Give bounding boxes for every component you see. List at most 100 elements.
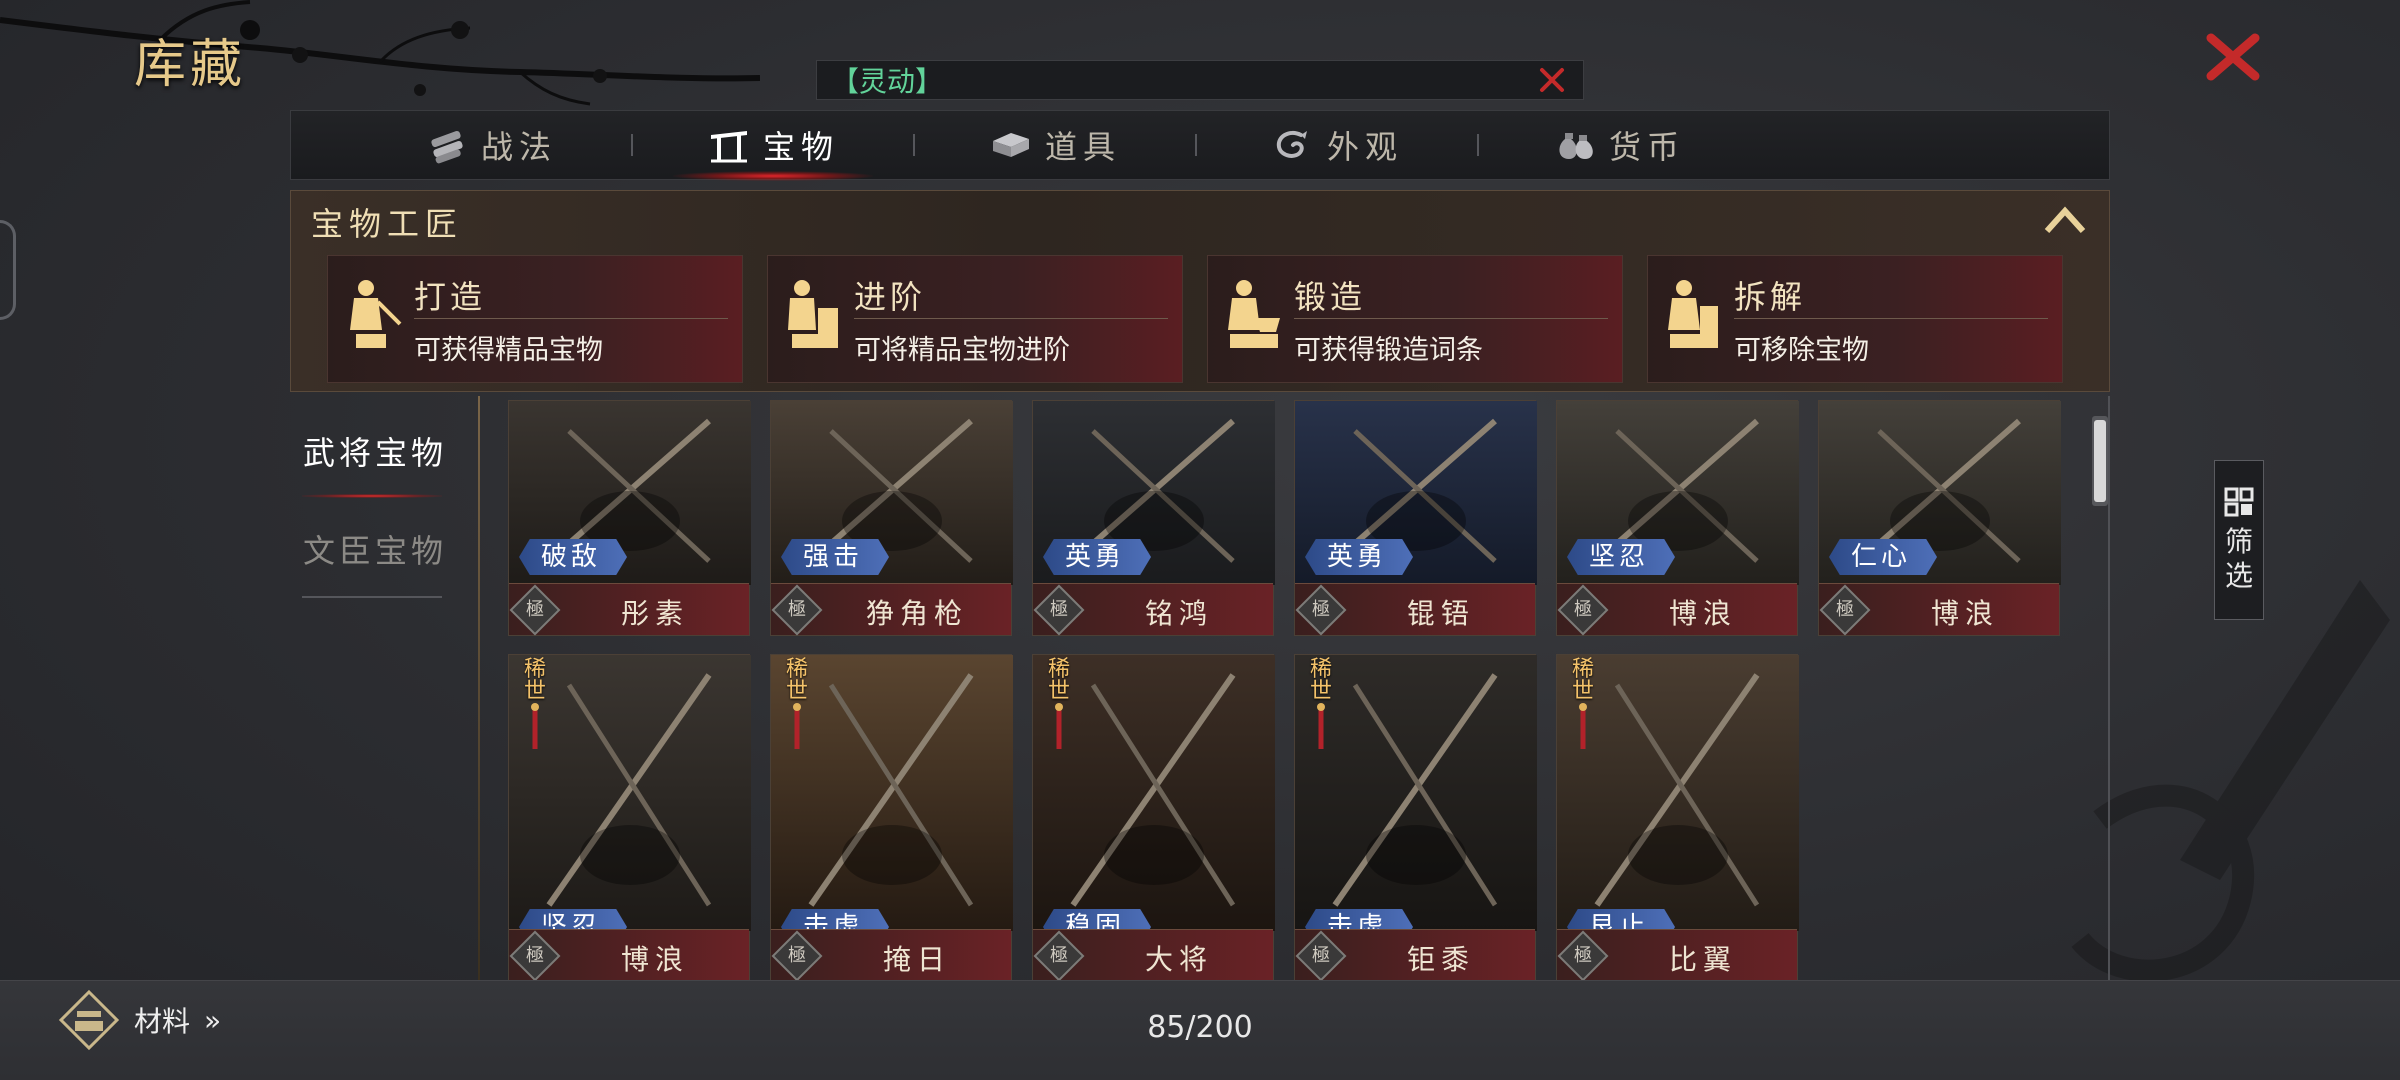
treasure-card[interactable]: 仁心 極 博浪 xyxy=(1818,400,2061,636)
treasure-name: 彤素 xyxy=(620,597,689,630)
rank-label: 極 xyxy=(1574,599,1592,620)
upgrade-card[interactable]: 进阶 可将精品宝物进阶 xyxy=(767,255,1183,383)
treasure-trait-tag: 强击 xyxy=(781,539,890,575)
rank-label: 極 xyxy=(1312,945,1330,966)
treasure-name: 铭鸿 xyxy=(1144,597,1213,630)
rank-badge: 極 xyxy=(1033,584,1085,636)
craft-card[interactable]: 打造 可获得精品宝物 xyxy=(327,255,743,383)
chest-icon xyxy=(992,133,1029,157)
rank-badge: 極 xyxy=(1557,584,1609,636)
treasure-nameplate: 極 大将 xyxy=(1033,929,1273,980)
divider xyxy=(854,318,1168,319)
scroll-bundle-icon xyxy=(431,130,463,164)
tab-label: 宝物 xyxy=(762,128,839,166)
rank-badge: 極 xyxy=(509,930,561,980)
treasure-trait-tag: 破敌 xyxy=(519,539,628,575)
treasure-nameplate: 極 掩日 xyxy=(771,929,1011,980)
treasure-grid: 破敌 極 彤素 强击 極 狰角枪 英勇 極 铭鸿 英勇 極 锟铻 坚忍 極 博浪… xyxy=(508,400,2070,980)
tab-label: 货币 xyxy=(1608,128,1685,166)
forge-card[interactable]: 锻造 可获得锻造词条 xyxy=(1207,255,1623,383)
treasure-name: 掩日 xyxy=(882,943,951,976)
dismantle-card[interactable]: 拆解 可移除宝物 xyxy=(1647,255,2063,383)
filter-button[interactable]: 筛选 xyxy=(2214,460,2264,620)
tab-appearance[interactable]: 外观 xyxy=(1197,111,1477,179)
treasure-card[interactable]: 稀世 坚忍 極 博浪 xyxy=(508,654,751,980)
treasure-card[interactable]: 强击 極 狰角枪 xyxy=(770,400,1013,636)
grid-filter-icon xyxy=(2224,487,2254,517)
treasure-card[interactable]: 英勇 極 锟铻 xyxy=(1294,400,1537,636)
collapse-chevron-icon[interactable] xyxy=(2043,203,2087,237)
rank-badge: 極 xyxy=(1033,930,1085,980)
treasure-name: 钜黍 xyxy=(1406,943,1475,976)
card-title: 打造 xyxy=(414,278,487,316)
treasure-nameplate: 極 彤素 xyxy=(509,583,749,636)
treasure-trait-tag: 英勇 xyxy=(1305,539,1414,575)
rank-label: 極 xyxy=(1050,945,1068,966)
rank-badge: 極 xyxy=(1295,584,1347,636)
treasure-nameplate: 極 锟铻 xyxy=(1295,583,1535,636)
card-title: 进阶 xyxy=(854,278,927,316)
tab-treasures[interactable]: 宝物 xyxy=(633,111,913,181)
treasure-nameplate: 極 博浪 xyxy=(1819,583,2059,636)
treasure-card[interactable]: 稀世 击虚 極 钜黍 xyxy=(1294,654,1537,980)
treasure-nameplate: 極 狰角枪 xyxy=(771,583,1011,636)
rank-label: 極 xyxy=(526,599,544,620)
clear-search-button[interactable] xyxy=(1535,63,1569,97)
tab-currency[interactable]: 货币 xyxy=(1479,111,1759,179)
search-input[interactable]: 【灵动】 xyxy=(816,60,1584,100)
scrollbar-thumb[interactable] xyxy=(2094,420,2106,502)
tab-items[interactable]: 道具 xyxy=(915,111,1195,179)
treasure-artisan-panel: 宝物工匠 打造 可获得精品宝物 进阶 可将精品宝物进阶 锻造 可获得锻造词条 拆… xyxy=(290,190,2110,392)
subcat-official-treasures[interactable]: 文臣宝物 xyxy=(290,526,460,572)
subcat-label: 武将宝物 xyxy=(302,434,447,472)
subcat-label: 文臣宝物 xyxy=(302,532,447,570)
blacksmith-icon xyxy=(1668,280,1718,348)
active-underline xyxy=(302,494,442,498)
tab-label: 外观 xyxy=(1326,128,1403,166)
rarity-badge: 稀世 xyxy=(777,659,817,755)
treasure-card[interactable]: 稀世 击虚 極 掩日 xyxy=(770,654,1013,980)
rank-badge: 極 xyxy=(1295,930,1347,980)
search-value: 【灵动】 xyxy=(831,65,944,98)
blacksmith-icon xyxy=(1228,280,1280,348)
treasure-nameplate: 極 铭鸿 xyxy=(1033,583,1273,636)
treasure-trait-tag: 仁心 xyxy=(1829,539,1938,575)
rarity-label: 稀世 xyxy=(1047,657,1070,704)
side-drawer-handle[interactable] xyxy=(0,220,16,320)
rank-label: 極 xyxy=(788,945,806,966)
treasure-card[interactable]: 稀世 艮止 極 比翼 xyxy=(1556,654,1799,980)
treasure-card[interactable]: 英勇 極 铭鸿 xyxy=(1032,400,1275,636)
treasure-name: 博浪 xyxy=(620,943,689,976)
treasure-card[interactable]: 破敌 極 彤素 xyxy=(508,400,751,636)
treasure-name: 博浪 xyxy=(1668,597,1737,630)
treasure-name: 博浪 xyxy=(1930,597,1999,630)
artisan-title: 宝物工匠 xyxy=(311,205,464,243)
tab-label: 战法 xyxy=(480,128,557,166)
rank-label: 極 xyxy=(1312,599,1330,620)
rank-badge: 極 xyxy=(1819,584,1871,636)
divider xyxy=(414,318,728,319)
swirl-icon xyxy=(1276,130,1307,158)
gate-icon xyxy=(710,131,747,163)
rank-badge: 極 xyxy=(509,584,561,636)
rank-badge: 極 xyxy=(771,584,823,636)
treasure-trait-tag: 英勇 xyxy=(1043,539,1152,575)
rank-badge: 極 xyxy=(1557,930,1609,980)
close-button[interactable] xyxy=(2198,26,2268,88)
rank-label: 極 xyxy=(1574,945,1592,966)
treasure-card[interactable]: 稀世 稳固 極 大将 xyxy=(1032,654,1275,980)
rarity-label: 稀世 xyxy=(1571,657,1594,704)
column-divider xyxy=(478,396,480,980)
tab-tactics[interactable]: 战法 xyxy=(351,111,631,179)
card-desc: 可获得锻造词条 xyxy=(1294,335,1483,366)
treasure-trait-tag: 坚忍 xyxy=(1567,539,1676,575)
rarity-label: 稀世 xyxy=(1309,657,1332,704)
subcat-general-treasures[interactable]: 武将宝物 xyxy=(290,428,460,474)
rarity-badge: 稀世 xyxy=(515,659,555,755)
rank-label: 極 xyxy=(526,945,544,966)
treasure-name: 锟铻 xyxy=(1406,597,1475,630)
rarity-badge: 稀世 xyxy=(1301,659,1341,755)
rarity-badge: 稀世 xyxy=(1563,659,1603,755)
rank-badge: 極 xyxy=(771,930,823,980)
treasure-card[interactable]: 坚忍 極 博浪 xyxy=(1556,400,1799,636)
